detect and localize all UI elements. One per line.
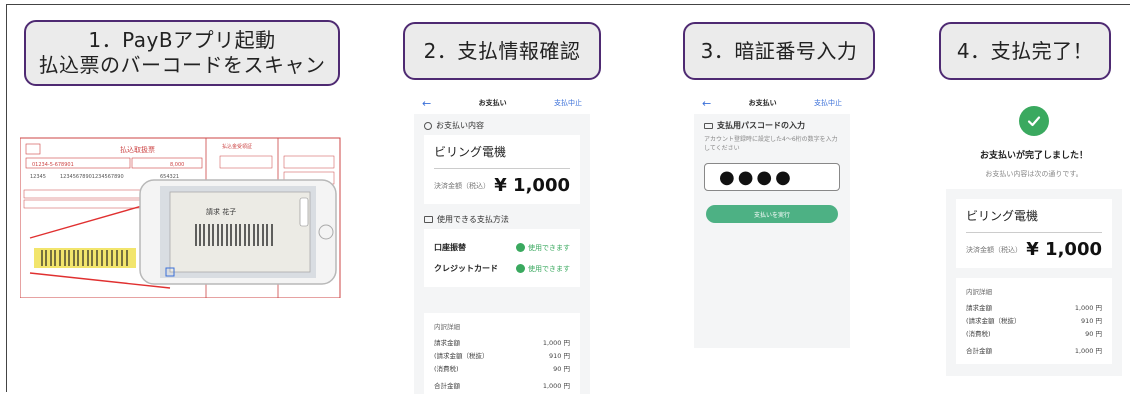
methods-section: 使用できる支払方法 xyxy=(414,204,590,229)
method-name: 口座振替 xyxy=(434,243,466,252)
detail-value: 1,000 円 xyxy=(542,381,570,390)
method-status-label: 使用できます xyxy=(528,264,570,273)
slip-number-a: 12345 xyxy=(30,174,46,180)
method-status: 使用できます xyxy=(516,243,570,253)
check-icon xyxy=(516,264,525,273)
back-arrow-icon[interactable]: ← xyxy=(702,97,711,110)
detail-row: 合計金額 1,000 円 xyxy=(434,378,570,391)
check-icon xyxy=(516,243,525,252)
step-3-box: 3．暗証番号入力 xyxy=(683,22,875,80)
detail-value: 90 円 xyxy=(1085,329,1102,338)
detail-row: 請求金額 1,000 円 xyxy=(966,300,1102,313)
slip-title: 払込取扱票 xyxy=(120,145,155,154)
step-1-line1: 1．PayBアプリ起動 xyxy=(88,28,276,52)
detail-title: 内訳詳細 xyxy=(966,288,992,296)
slip-number-b: 12345678901234567890 xyxy=(60,174,124,180)
step-3-label: 3．暗証番号入力 xyxy=(700,38,858,63)
detail-label: (消費税) xyxy=(966,329,991,338)
slip-number-c: 654321 xyxy=(160,174,179,180)
step-4-box: 4．支払完了！ xyxy=(939,22,1111,80)
detail-value: 1,000 円 xyxy=(542,338,570,347)
step-4-label: 4．支払完了！ xyxy=(956,38,1094,63)
amount-value: ¥ 1,000 xyxy=(494,175,570,196)
complete-top: お支払いが完了しました！ お支払い内容は次の通りです。 xyxy=(946,92,1122,189)
method-row[interactable]: クレジットカード 使用できます xyxy=(434,258,570,279)
passcode-section: 支払用パスコードの入力 xyxy=(694,114,850,135)
complete-screen: お支払いが完了しました！ お支払い内容は次の通りです。 ビリング電機 決済金額（… xyxy=(946,92,1122,376)
slip-receipt-label: 払込金受領証 xyxy=(222,143,252,150)
detail-row: (請求金額（税抜） 910 円 xyxy=(434,348,570,361)
detail-value: 910 円 xyxy=(1081,316,1102,325)
detail-row: (消費税) 90 円 xyxy=(434,361,570,374)
detail-row: 請求金額 1,000 円 xyxy=(434,335,570,348)
detail-row: (消費税) 90 円 xyxy=(966,326,1102,339)
detail-label: 合計金額 xyxy=(966,346,992,355)
detail-value: 90 円 xyxy=(553,364,570,373)
confirm-header-title: お支払い xyxy=(478,99,507,107)
detail-card: 内訳詳細 請求金額 1,000 円 (請求金額（税抜） 910 円 (消費税) 90 … xyxy=(424,313,580,394)
confirm-header: ← お支払い 支払中止 xyxy=(414,92,590,114)
step-1-line2: 払込票のバーコードをスキャン xyxy=(38,53,326,77)
detail-value: 910 円 xyxy=(549,351,570,360)
detail-row: 合計金額 1,000 円 xyxy=(966,343,1102,356)
shop-name: ビリング電機 xyxy=(434,143,570,169)
step-1-box: 1．PayBアプリ起動 払込票のバーコードをスキャン xyxy=(24,20,340,86)
back-arrow-icon[interactable]: ← xyxy=(422,97,431,110)
detail-label: (消費税) xyxy=(434,364,459,373)
method-row[interactable]: 口座振替 使用できます xyxy=(434,237,570,258)
cancel-payment-link[interactable]: 支払中止 xyxy=(814,98,842,108)
pin-header: ← お支払い 支払中止 xyxy=(694,92,850,114)
pin-header-title: お支払い xyxy=(748,99,777,107)
cancel-payment-link[interactable]: 支払中止 xyxy=(554,98,582,108)
detail-value: 1,000 円 xyxy=(1074,346,1102,355)
complete-info-card: ビリング電機 決済金額（税込） ¥ 1,000 xyxy=(956,199,1112,268)
check-circle-icon xyxy=(1019,106,1049,136)
detail-label: 請求金額 xyxy=(434,338,460,347)
scan-name: 請求 花子 xyxy=(206,207,236,216)
method-name: クレジットカード xyxy=(434,264,498,273)
step-2-label: 2．支払情報確認 xyxy=(423,38,581,63)
slip-amount: 8,000 xyxy=(170,162,184,168)
complete-detail-card: 内訳詳細 請求金額 1,000 円 (請求金額（税抜） 910 円 (消費税) 90 … xyxy=(956,278,1112,364)
payment-info-card: ビリング電機 決済金額（税込） ¥ 1,000 xyxy=(424,135,580,204)
complete-subtitle: お支払い内容は次の通りです。 xyxy=(985,170,1083,178)
payment-info-section: お支払い内容 xyxy=(414,114,590,135)
passcode-input[interactable]: ●●●● xyxy=(704,163,840,191)
step-2-box: 2．支払情報確認 xyxy=(403,22,601,80)
amount-value: ¥ 1,000 xyxy=(1026,239,1102,260)
info-circle-icon xyxy=(424,121,432,130)
passcode-note: アカウント登録時に設定した4〜6桁の数字を入力してください xyxy=(704,136,838,152)
card-icon xyxy=(424,216,433,223)
methods-card: 口座振替 使用できます クレジットカード 使用できます xyxy=(424,229,580,287)
amount-row: 決済金額（税込） ¥ 1,000 xyxy=(434,175,570,196)
amount-label: 決済金額（税込） xyxy=(966,245,1022,254)
amount-label: 決済金額（税込） xyxy=(434,181,490,190)
method-status: 使用できます xyxy=(516,264,570,274)
detail-label: 合計金額 xyxy=(434,381,460,390)
detail-label: (請求金額（税抜） xyxy=(966,316,1021,325)
detail-value: 1,000 円 xyxy=(1074,303,1102,312)
complete-title: お支払いが完了しました！ xyxy=(979,151,1088,161)
detail-label: (請求金額（税抜） xyxy=(434,351,489,360)
payment-info-title: お支払い内容 xyxy=(436,121,484,130)
passcode-title: 支払用パスコードの入力 xyxy=(717,121,805,130)
methods-title: 使用できる支払方法 xyxy=(437,215,509,224)
shop-name: ビリング電機 xyxy=(966,207,1102,233)
confirm-screen: ← お支払い 支払中止 お支払い内容 ビリング電機 決済金額（税込） ¥ 1,0… xyxy=(414,92,590,394)
slip-account-no: 01234-5-678901 xyxy=(32,162,74,168)
detail-row: (請求金額（税抜） 910 円 xyxy=(966,313,1102,326)
detail-title: 内訳詳細 xyxy=(434,323,460,331)
pin-screen: ← お支払い 支払中止 支払用パスコードの入力 アカウント登録時に設定した4〜6… xyxy=(694,92,850,348)
detail-label: 請求金額 xyxy=(966,303,992,312)
scan-illustration: 払込取扱票 払込金受領証 01234-5-678901 8,000 12345 … xyxy=(20,137,341,298)
method-status-label: 使用できます xyxy=(528,243,570,252)
keyboard-icon xyxy=(704,122,713,129)
amount-row: 決済金額（税込） ¥ 1,000 xyxy=(966,239,1102,260)
execute-payment-button[interactable]: 支払いを実行 xyxy=(706,205,838,223)
